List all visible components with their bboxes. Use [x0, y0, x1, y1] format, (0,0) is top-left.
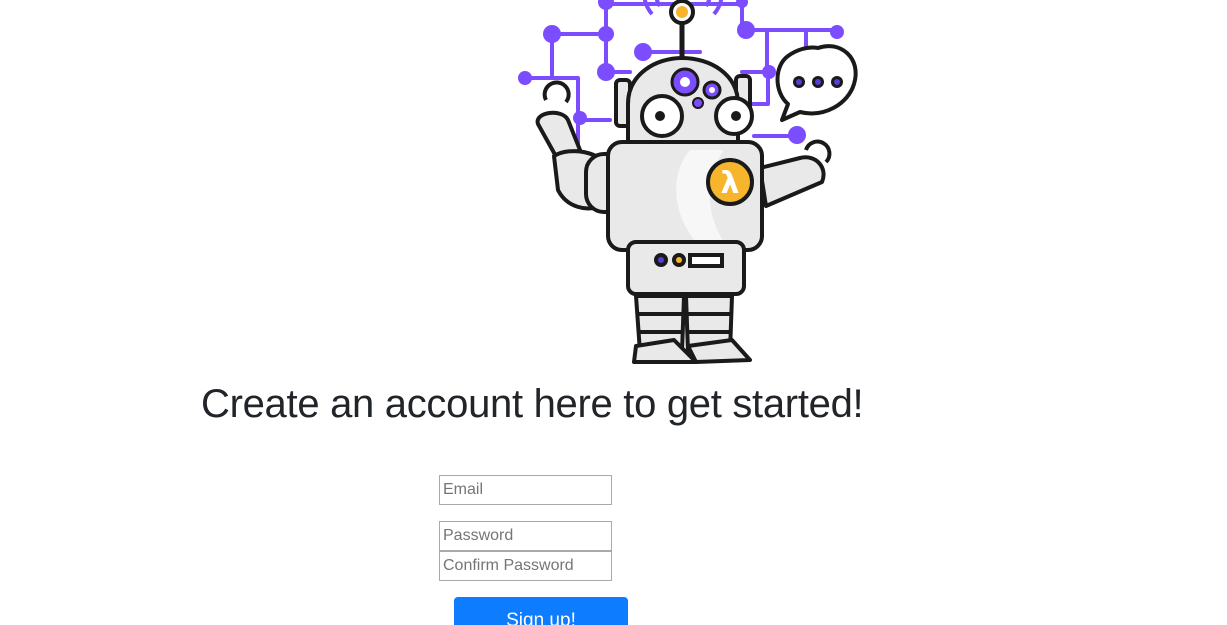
antenna: [642, 0, 724, 58]
page-title: Create an account here to get started!: [201, 382, 864, 426]
signup-page: λ Create an account here to get started!: [0, 0, 1227, 625]
signup-form: Sign up!: [439, 475, 629, 625]
password-field[interactable]: [439, 521, 612, 551]
robot-legs: [632, 294, 752, 364]
confirm-password-field[interactable]: [439, 551, 612, 581]
speech-bubble-icon: [775, 44, 858, 122]
robot-head: [614, 56, 754, 150]
email-field[interactable]: [439, 475, 612, 505]
lambda-badge-glyph: λ: [721, 166, 740, 201]
right-arm: [758, 139, 832, 208]
signup-button[interactable]: Sign up!: [454, 597, 628, 625]
robot-illustration: λ: [518, 0, 858, 364]
robot-torso: λ: [606, 140, 764, 252]
robot-belly: [626, 240, 746, 296]
